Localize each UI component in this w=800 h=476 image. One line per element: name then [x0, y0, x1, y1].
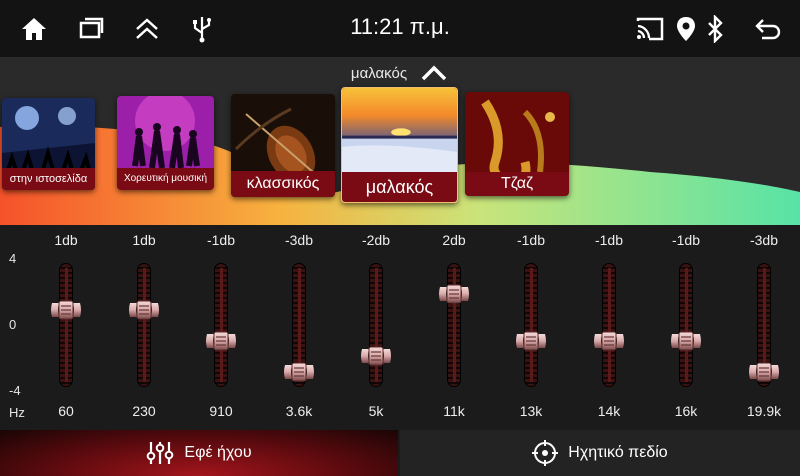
preset-card-classical[interactable]: κλασσικός	[231, 94, 335, 197]
clock: 11:21 π.μ.	[350, 14, 450, 39]
eq-band: -1db 910	[191, 225, 251, 430]
band-gain-label: -2db	[361, 232, 391, 248]
band-gain-label: -1db	[516, 232, 546, 248]
equalizer-sliders-icon	[147, 442, 174, 464]
band-slider-track[interactable]	[214, 263, 228, 387]
band-gain-label: 2db	[442, 232, 466, 248]
preset-card-dance[interactable]: Χορευτική μουσική	[117, 96, 214, 190]
band-slider-track[interactable]	[59, 263, 73, 387]
home-icon[interactable]	[18, 13, 50, 45]
collapse-presets-icon[interactable]	[419, 61, 449, 85]
band-slider-knob[interactable]	[438, 283, 470, 305]
current-preset-header: μαλακός	[0, 61, 800, 85]
scale-min-label: -4	[9, 383, 21, 398]
eq-band: -3db 3.6k	[269, 225, 329, 430]
collapse-up-icon[interactable]	[131, 13, 163, 45]
eq-band: -1db 16k	[656, 225, 716, 430]
band-slider-track[interactable]	[369, 263, 383, 387]
cast-icon	[634, 13, 666, 45]
current-preset-name: μαλακός	[350, 64, 408, 82]
unit-label: Hz	[9, 405, 25, 420]
band-frequency-label: 16k	[674, 403, 698, 419]
preset-strip: μαλακός στην ιστοσελίδα Χορευτική μουσικ…	[0, 57, 800, 225]
band-gain-label: -1db	[594, 232, 624, 248]
eq-band: -1db 13k	[501, 225, 561, 430]
eq-band: 1db 60	[36, 225, 96, 430]
usb-icon	[186, 13, 218, 45]
band-frequency-label: 910	[209, 403, 233, 419]
tab-sound-field[interactable]: Ηχητικό πεδίο	[400, 430, 800, 476]
band-gain-label: -3db	[284, 232, 314, 248]
scale-max-label: 4	[9, 251, 17, 266]
band-slider-track[interactable]	[679, 263, 693, 387]
bottom-tabs: Εφέ ήχου Ηχητικό πεδίο	[0, 430, 800, 476]
band-slider-knob[interactable]	[748, 361, 780, 383]
band-frequency-label: 230	[132, 403, 156, 419]
preset-label: μαλακός	[342, 172, 457, 202]
band-slider-knob[interactable]	[515, 330, 547, 352]
eq-band: 2db 11k	[424, 225, 484, 430]
eq-band: -2db 5k	[346, 225, 406, 430]
tab-sound-effects-label: Εφέ ήχου	[184, 444, 252, 461]
band-slider-track[interactable]	[137, 263, 151, 387]
band-slider-knob[interactable]	[670, 330, 702, 352]
band-slider-track[interactable]	[447, 263, 461, 387]
band-frequency-label: 5k	[368, 403, 384, 419]
band-gain-label: -3db	[749, 232, 779, 248]
band-slider-knob[interactable]	[128, 299, 160, 321]
band-frequency-label: 19.9k	[746, 403, 782, 419]
eq-band: 1db 230	[114, 225, 174, 430]
sound-field-target-icon	[532, 440, 559, 466]
location-icon	[670, 13, 702, 45]
band-frequency-label: 3.6k	[285, 403, 313, 419]
preset-card-jazz[interactable]: Τζαζ	[465, 92, 569, 196]
back-icon[interactable]	[752, 13, 784, 45]
preset-label: Χορευτική μουσική	[117, 168, 214, 190]
preset-card-soft[interactable]: μαλακός	[341, 87, 458, 203]
band-slider-track[interactable]	[602, 263, 616, 387]
eq-band: -1db 14k	[579, 225, 639, 430]
band-gain-label: -1db	[206, 232, 236, 248]
tab-sound-field-label: Ηχητικό πεδίο	[568, 444, 668, 461]
band-frequency-label: 14k	[597, 403, 621, 419]
preset-card-web[interactable]: στην ιστοσελίδα	[2, 98, 95, 190]
bluetooth-icon	[699, 13, 731, 45]
band-gain-label: 1db	[54, 232, 78, 248]
band-slider-knob[interactable]	[50, 299, 82, 321]
band-slider-knob[interactable]	[283, 361, 315, 383]
band-slider-track[interactable]	[524, 263, 538, 387]
band-slider-knob[interactable]	[593, 330, 625, 352]
tab-sound-effects[interactable]: Εφέ ήχου	[0, 430, 398, 476]
band-gain-label: 1db	[132, 232, 156, 248]
band-slider-knob[interactable]	[360, 345, 392, 367]
band-frequency-label: 13k	[519, 403, 543, 419]
scale-zero-label: 0	[9, 317, 17, 332]
equalizer-panel: 4 0 -4 Hz 1db 60 1db 230 -1db 910 -3db 3.6k -2db…	[0, 225, 800, 430]
band-frequency-label: 60	[58, 403, 74, 419]
preset-label: Τζαζ	[465, 172, 569, 196]
band-frequency-label: 11k	[443, 403, 465, 419]
status-bar: 11:21 π.μ.	[0, 0, 800, 57]
eq-band: -3db 19.9k	[734, 225, 794, 430]
band-slider-knob[interactable]	[205, 330, 237, 352]
recent-apps-icon[interactable]	[74, 13, 106, 45]
preset-label: στην ιστοσελίδα	[2, 168, 95, 190]
preset-label: κλασσικός	[231, 171, 335, 197]
band-gain-label: -1db	[671, 232, 701, 248]
